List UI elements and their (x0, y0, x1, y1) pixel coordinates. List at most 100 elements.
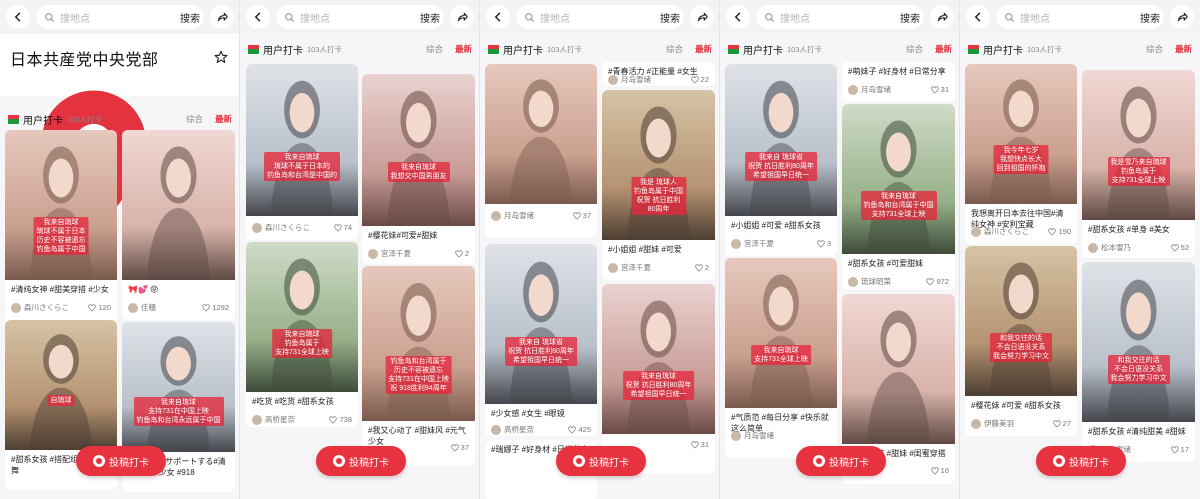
like-button[interactable]: 2 (455, 249, 469, 258)
photo-overlay-text: 我来自琉球 我想交中国男朋友 (387, 162, 450, 182)
like-button[interactable]: 972 (926, 277, 949, 286)
post-checkin-button[interactable]: 投稿打卡 (76, 446, 166, 476)
back-button[interactable] (6, 5, 30, 29)
search-button[interactable]: 搜索 (420, 10, 440, 25)
like-button[interactable]: 1292 (202, 303, 229, 312)
top-bar: 搜地点 搜索 (960, 0, 1200, 34)
search-button[interactable]: 搜索 (900, 10, 920, 25)
back-button[interactable] (726, 5, 750, 29)
like-button[interactable]: 190 (1048, 227, 1071, 236)
share-button[interactable] (1170, 5, 1194, 29)
post-photo: 我今年七岁 我想快点长大 回到祖国的怀抱 (965, 64, 1077, 204)
search-input[interactable]: 搜地点 (540, 10, 655, 25)
like-button[interactable]: 22 (691, 75, 709, 84)
search-input[interactable]: 搜地点 (60, 10, 175, 25)
heart-icon (573, 211, 581, 219)
post-card[interactable]: 🎀💕 😝 佳穗 1292 (122, 130, 235, 320)
post-meta: 森川さくらこ 120 (11, 302, 111, 313)
photo-overlay-text: 和我交往的话 不会日语没关系 我会努力学习中文 (1107, 355, 1170, 384)
post-card[interactable]: 我来自琉球 琉球不属于日本的 钓鱼岛和台湾是中国的 森川さくらこ 74 (246, 64, 358, 240)
sort-comprehensive[interactable]: 综合 (666, 43, 683, 55)
post-meta: 森川さくらこ 190 (971, 226, 1071, 237)
post-checkin-button[interactable]: 投稿打卡 (556, 446, 646, 476)
search-input[interactable]: 搜地点 (1020, 10, 1135, 25)
like-count: 27 (1062, 419, 1071, 428)
like-button[interactable]: 37 (573, 211, 591, 220)
search-box[interactable]: 搜地点 搜索 (756, 5, 924, 29)
post-checkin-button[interactable]: 投稿打卡 (316, 446, 406, 476)
like-button[interactable]: 31 (931, 85, 949, 94)
post-card[interactable]: 月岛雪绪 37 (485, 64, 597, 238)
post-card[interactable]: 我来自 琉球省 祝贺 抗日胜利80周年 希望祖国早日统一 #小姐姐 #可爱 #甜系… (725, 64, 837, 256)
post-card[interactable]: 我来自琉球 我想交中国男朋友 #樱花妹#可爱#甜妹 宫泽千夏 2 (362, 74, 475, 264)
share-button[interactable] (450, 5, 474, 29)
post-checkin-button[interactable]: 投稿打卡 (796, 446, 886, 476)
avatar (608, 262, 618, 273)
search-button[interactable]: 搜索 (180, 10, 200, 25)
post-card[interactable]: 我来自 琉球省 祝贺 抗日胜利80周年 希望祖国早日统一 #少女感 #女生 #眼镜… (485, 244, 597, 436)
search-input[interactable]: 搜地点 (780, 10, 895, 25)
share-button[interactable] (690, 5, 714, 29)
avatar (11, 302, 21, 313)
heart-icon (695, 263, 703, 271)
sort-comprehensive[interactable]: 综合 (186, 113, 203, 125)
sort-latest[interactable]: 最新 (935, 43, 952, 55)
share-button[interactable] (930, 5, 954, 29)
post-card[interactable]: 和我交往的话 不会日语没关系 我会努力学习中文 #樱花妹 #可爱 #甜系女孩 伊藤美… (965, 246, 1077, 436)
like-button[interactable]: 31 (691, 440, 709, 449)
like-button[interactable]: 37 (451, 443, 469, 452)
back-button[interactable] (966, 5, 990, 29)
person-silhouette-icon (386, 90, 451, 226)
post-card[interactable]: 和我交往的话 不会日语没关系 我会努力学习中文#甜系女孩 #清纯甜美 #甜妹月岛… (1082, 262, 1195, 462)
post-card[interactable]: 钓鱼岛和台湾属于 历史不容被遗忘 支持731在中国上映 祝 918胜利94周年 #… (362, 266, 475, 466)
back-button[interactable] (246, 5, 270, 29)
sort-latest[interactable]: 最新 (695, 43, 712, 55)
share-icon (1177, 12, 1188, 22)
username: 伊藤美羽 (984, 419, 1014, 428)
like-button[interactable]: 120 (88, 303, 111, 312)
back-button[interactable] (486, 5, 510, 29)
sort-latest[interactable]: 最新 (455, 43, 472, 55)
checkin-header: 用户打卡 103人打卡 综合 最新 (0, 106, 239, 132)
post-card[interactable]: 我是雪乃来自琉球 钓鱼岛属于 支持731全球上映 #甜系女孩 #单身 #美女 松本雪… (1082, 70, 1195, 258)
like-button[interactable]: 425 (568, 425, 591, 434)
like-button[interactable]: 17 (1171, 445, 1189, 454)
search-button[interactable]: 搜索 (1140, 10, 1160, 25)
like-button[interactable]: 74 (334, 223, 352, 232)
like-button[interactable]: 52 (1171, 243, 1189, 252)
checkin-count: 103人打卡 (307, 44, 343, 54)
sort-comprehensive[interactable]: 综合 (1146, 43, 1163, 55)
heart-icon (329, 415, 338, 423)
share-button[interactable] (210, 5, 234, 29)
search-box[interactable]: 搜地点 搜索 (276, 5, 444, 29)
checkin-header: 用户打卡 103人打卡 综合 最新 (480, 36, 719, 62)
post-card[interactable]: 我来自琉球 支持731全球上映 #气质范 #每日分享 #快乐就这么简单 月岛雪绪 (725, 258, 837, 458)
checkin-count: 103人打卡 (787, 44, 823, 54)
post-checkin-button[interactable]: 投稿打卡 (1036, 446, 1126, 476)
post-card[interactable]: 我是 琉球人 钓鱼岛属于中国 祝贺 抗日胜利 80周年 #小姐姐 #甜妹 #可爱宫… (602, 90, 715, 280)
like-button[interactable]: 2 (695, 263, 709, 272)
post-card[interactable]: #青春活力 #正能量 #女生 月岛雪绪 22 (602, 62, 715, 86)
like-button[interactable]: 3 (817, 239, 831, 248)
post-card[interactable]: 我来自琉球 钓鱼岛属于 支持731全球上映 #吃货 #吃货 #甜系女孩 高桥星奈 73… (246, 242, 358, 427)
post-card[interactable]: 我来自琉球 钓鱼岛和台湾属于中国 支持731全球上映 #甜系女孩 #可爱甜妹 琉球昭… (842, 104, 955, 290)
post-card[interactable]: 我今年七岁 我想快点长大 回到祖国的怀抱 我想离开日本去往中国#清纯女神 #安利宝… (965, 64, 1077, 244)
search-input[interactable]: 搜地点 (300, 10, 415, 25)
post-caption: #小姐姐 #可爱 #甜系女孩 (731, 221, 821, 230)
sort-comprehensive[interactable]: 综合 (906, 43, 923, 55)
search-box[interactable]: 搜地点 搜索 (516, 5, 684, 29)
like-button[interactable]: 738 (329, 415, 352, 424)
search-box[interactable]: 搜地点 搜索 (996, 5, 1164, 29)
favorite-button[interactable] (214, 50, 228, 64)
post-card[interactable]: #萌妹子 #好身材 #日常分享 月岛雪绪 31 (842, 62, 955, 102)
like-button[interactable]: 16 (931, 466, 949, 475)
sort-latest[interactable]: 最新 (1175, 43, 1192, 55)
sort-comprehensive[interactable]: 综合 (426, 43, 443, 55)
post-meta: 伊藤美羽 27 (971, 418, 1071, 429)
search-button[interactable]: 搜索 (660, 10, 680, 25)
search-icon (285, 12, 295, 22)
sort-latest[interactable]: 最新 (215, 113, 232, 125)
post-photo: 自琉球 (5, 320, 117, 450)
search-box[interactable]: 搜地点 搜索 (36, 5, 204, 29)
like-button[interactable]: 27 (1053, 419, 1071, 428)
